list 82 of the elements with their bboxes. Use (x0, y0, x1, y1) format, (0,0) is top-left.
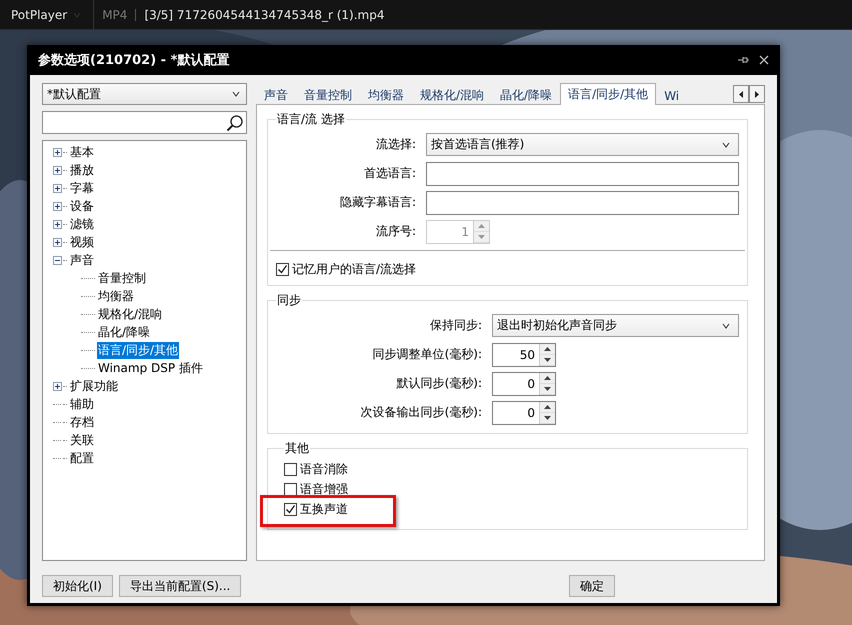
tree-item[interactable]: 视频 (69, 234, 95, 250)
expand-icon[interactable] (53, 238, 62, 246)
group-title: 其他 (284, 440, 310, 457)
search-field[interactable] (42, 111, 247, 134)
left-arrow-icon (739, 90, 743, 98)
footer-button[interactable]: 确定 (569, 575, 615, 597)
chevron-down-icon (722, 322, 730, 328)
tree-item[interactable]: 扩展功能 (69, 378, 119, 394)
tree-item[interactable]: 滤镜 (69, 216, 95, 232)
expand-icon[interactable] (53, 148, 62, 156)
input-field[interactable] (426, 190, 739, 214)
field-label: 流序号: (374, 223, 416, 240)
close-icon[interactable] (759, 55, 769, 65)
chevron-down-icon (722, 142, 730, 148)
file-title: [3/5] 7172604544134745348_r (1).mp4 (143, 8, 384, 22)
tree-item[interactable]: 规格化/混响 (97, 306, 164, 322)
expand-icon[interactable] (53, 202, 62, 210)
profile-dropdown[interactable]: *默认配置 (42, 83, 247, 105)
expand-icon[interactable] (53, 220, 62, 228)
expand-icon[interactable] (53, 166, 62, 174)
tab[interactable]: 均衡器 (360, 85, 412, 105)
checkbox[interactable]: 互换声道 (284, 499, 348, 519)
tab[interactable]: Wi (656, 85, 688, 105)
down-arrow-icon[interactable] (544, 358, 551, 362)
input-field[interactable] (426, 162, 739, 186)
tree-item[interactable]: 辅助 (69, 396, 95, 412)
up-arrow-icon[interactable] (544, 346, 551, 350)
footer-button[interactable]: 初始化(I) (42, 575, 113, 597)
tree-item[interactable]: 存档 (69, 414, 95, 430)
tree-item[interactable]: 基本 (69, 144, 95, 160)
checkbox[interactable]: 记忆用户的语言/流选择 (276, 259, 416, 279)
dropdown[interactable]: 按首选语言(推荐) (426, 133, 739, 156)
search-icon[interactable] (226, 114, 244, 132)
collapse-icon[interactable] (53, 256, 62, 264)
chevron-down-icon (232, 91, 240, 97)
up-arrow-icon[interactable] (544, 376, 551, 380)
down-arrow-icon[interactable] (544, 416, 551, 420)
pin-icon[interactable] (737, 55, 749, 65)
tree-item[interactable]: 关联 (69, 432, 95, 448)
expand-icon[interactable] (53, 184, 62, 192)
tab[interactable]: 音量控制 (296, 85, 360, 105)
window-title: 参数选项(210702) - *默认配置 (38, 52, 230, 69)
tree-item[interactable]: 均衡器 (97, 288, 135, 304)
field-label: 首选语言: (362, 165, 416, 182)
tree-item[interactable]: 字幕 (69, 180, 95, 196)
field-label: 隐藏字幕语言: (338, 194, 416, 211)
spin-field[interactable]: 0 (492, 372, 556, 396)
spin-field[interactable]: 50 (492, 342, 556, 366)
footer-button[interactable]: 导出当前配置(S)... (118, 575, 242, 597)
expand-icon[interactable] (53, 382, 62, 390)
checkbox[interactable]: 语音消除 (284, 459, 348, 479)
field-label: 次设备输出同步(毫秒): (360, 404, 482, 421)
tree-item[interactable]: 设备 (69, 198, 95, 214)
right-arrow-icon (755, 90, 759, 98)
tab[interactable]: 规格化/混响 (412, 85, 492, 105)
field-label: 保持同步: (428, 317, 482, 334)
tree-item[interactable]: 播放 (69, 162, 95, 178)
checkbox[interactable]: 语音增强 (284, 479, 348, 499)
tree-item[interactable]: 音量控制 (97, 270, 147, 286)
tab[interactable]: 晶化/降噪 (492, 85, 560, 105)
tree-item[interactable]: Winamp DSP 插件 (97, 360, 204, 376)
tree-item[interactable]: 配置 (69, 450, 95, 466)
spin-field[interactable]: 0 (492, 400, 556, 424)
dropdown[interactable]: 退出时初始化声音同步 (492, 314, 739, 337)
tab[interactable]: 声音 (256, 85, 296, 105)
tree-item[interactable]: 晶化/降噪 (97, 324, 152, 340)
scroll-right-button[interactable] (749, 85, 765, 103)
down-arrow-icon[interactable] (544, 386, 551, 390)
format-label: MP4 (101, 8, 128, 22)
chevron-down-icon (73, 12, 82, 18)
tree-item[interactable]: 声音 (69, 252, 95, 268)
field-label: 同步调整单位(毫秒): (372, 346, 482, 363)
up-arrow-icon[interactable] (544, 404, 551, 408)
group-title: 同步 (276, 292, 302, 309)
field-label: 流选择: (374, 136, 416, 153)
group-title: 语言/流 选择 (276, 111, 346, 128)
check-icon (277, 264, 288, 274)
check-icon (285, 504, 296, 514)
tree-item[interactable]: 语言/同步/其他 (97, 342, 180, 358)
tab[interactable]: 语言/同步/其他 (560, 83, 656, 105)
field-label: 默认同步(毫秒): (396, 375, 482, 392)
scroll-left-button[interactable] (733, 85, 749, 103)
